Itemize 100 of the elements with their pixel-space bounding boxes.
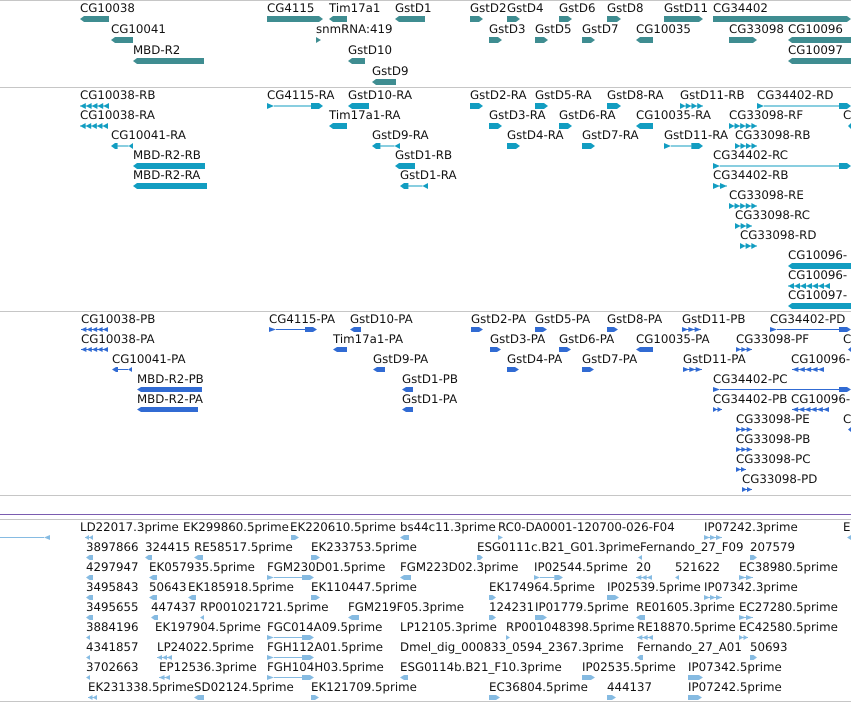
- protein-label: CG33098-PB: [736, 432, 810, 446]
- est-label: RE01605.3prime: [636, 600, 735, 614]
- transcript-label: GstD1-RA: [400, 168, 457, 182]
- protein-label: GstD11-PA: [683, 352, 746, 366]
- protein-label: GstD2-PA: [471, 312, 526, 326]
- gene-label: CG34402: [713, 1, 768, 15]
- transcript-label: CG33098-RF: [729, 108, 804, 122]
- est-label: EK174964.5prime: [489, 580, 595, 594]
- est-label: ESG0114b.B21_F10.3prime: [400, 660, 562, 674]
- est-label: IP02535.5prime: [582, 660, 676, 674]
- est-label: EC38980.5prime: [739, 560, 838, 574]
- protein-label: GstD3-PA: [490, 332, 546, 346]
- est-label: 4341857: [86, 640, 139, 654]
- est-label: RP001048398.5prime: [506, 620, 634, 634]
- gene-label: MBD-R2: [133, 43, 180, 57]
- est-label: RC0-DA0001-120700-026-F04: [498, 520, 675, 534]
- est-label: Dmel_dig_000833_0594_2367.3prime: [400, 640, 624, 654]
- protein-label: GstD11-PB: [682, 312, 746, 326]
- est-label: IP07342.5prime: [688, 660, 782, 674]
- est-label: LP12105.3prime: [400, 620, 497, 634]
- transcript-label: CG34402-RB: [713, 168, 788, 182]
- gene-label: snmRNA:419: [316, 22, 392, 36]
- protein-label: GstD6-PA: [559, 332, 614, 346]
- transcript-label: CG10097-: [788, 288, 848, 302]
- est-label: Fernando_27_F09: [640, 540, 744, 554]
- protein-label: CG10035-PA: [636, 332, 710, 346]
- est-label: EK197904.5prime: [155, 620, 261, 634]
- protein-label: GstD10-PA: [350, 312, 413, 326]
- est-label: RE58517.5prime: [194, 540, 293, 554]
- transcript-label: CG10038-RB: [80, 88, 156, 102]
- gene-label: CG10096: [788, 22, 843, 36]
- est-label: FGM219F05.3prime: [348, 600, 464, 614]
- transcript-label: CG10035-RA: [636, 108, 711, 122]
- transcript-label: CG10041-RA: [111, 128, 186, 142]
- transcript-label: MBD-R2-RA: [133, 168, 200, 182]
- est-label: IP02544.5prime: [534, 560, 628, 574]
- protein-label: GstD9-PA: [373, 352, 428, 366]
- est-label: E: [843, 520, 850, 534]
- est-label: RP001021721.5prime: [200, 600, 328, 614]
- transcript-label: CG10096-: [788, 268, 848, 282]
- est-label: 521622: [675, 560, 720, 574]
- est-label: EK231338.5prime: [88, 680, 194, 694]
- protein-label: C: [843, 332, 851, 346]
- protein-label: GstD4-PA: [507, 352, 562, 366]
- transcript-label: CG34402-RD: [757, 88, 834, 102]
- gene-label: GstD7: [582, 22, 619, 36]
- protein-label: GstD7-PA: [582, 352, 638, 366]
- transcript-label: CG10038-RA: [80, 108, 155, 122]
- est-label: EK299860.5prime: [183, 520, 289, 534]
- transcript-label: C: [843, 108, 851, 122]
- est-label: EK057935.5prime: [149, 560, 255, 574]
- gene-label: CG10097: [788, 43, 843, 57]
- gene-label: CG10038: [80, 1, 135, 15]
- est-label: FGM223D02.3prime: [400, 560, 518, 574]
- protein-label: CG33098-PE: [736, 412, 810, 426]
- protein-label: CG33098-PF: [736, 332, 810, 346]
- transcript-label: GstD10-RA: [348, 88, 412, 102]
- gene-label: GstD9: [372, 64, 409, 78]
- gene-label: CG33098: [729, 22, 784, 36]
- est-label: 3884196: [86, 620, 139, 634]
- transcript-label: CG4115-RA: [267, 88, 334, 102]
- transcript-label: GstD11-RB: [680, 88, 745, 102]
- est-label: 3495655: [86, 600, 139, 614]
- transcript-label: CG33098-RD: [740, 228, 816, 242]
- est-label: 124231: [489, 600, 534, 614]
- est-label: EK233753.5prime: [311, 540, 417, 554]
- est-label: Fernando_27_A01: [637, 640, 742, 654]
- protein-label: CG33098-PD: [742, 472, 818, 486]
- est-label: IP07342.3prime: [704, 580, 798, 594]
- transcript-label: CG10096-: [788, 248, 848, 262]
- gene-label: GstD3: [489, 22, 526, 36]
- protein-label: Tim17a1-PA: [333, 332, 404, 346]
- est-label: FGM230D01.5prime: [267, 560, 386, 574]
- est-label: LD22017.3prime: [80, 520, 179, 534]
- est-label: EC42580.5prime: [739, 620, 838, 634]
- est-label: 50693: [750, 640, 788, 654]
- gene-label: CG10035: [636, 22, 691, 36]
- protein-label: GstD5-PA: [535, 312, 590, 326]
- transcript-label: GstD4-RA: [507, 128, 564, 142]
- transcript-label: GstD3-RA: [489, 108, 546, 122]
- est-label: EK110447.5prime: [311, 580, 417, 594]
- est-label: 324415: [145, 540, 190, 554]
- est-label: RE18870.5prime: [637, 620, 736, 634]
- protein-label: CG34402-PD: [770, 312, 846, 326]
- protein-label: GstD8-PA: [607, 312, 662, 326]
- transcript-label: MBD-R2-RB: [133, 148, 201, 162]
- transcript-label: GstD7-RA: [582, 128, 639, 142]
- est-label: bs44c11.3prime: [400, 520, 496, 534]
- transcript-label: CG33098-RE: [729, 188, 804, 202]
- est-label: IP07242.5prime: [688, 680, 782, 694]
- transcript-label: GstD11-RA: [664, 128, 728, 142]
- est-label: EC27280.5prime: [739, 600, 838, 614]
- est-label: FGH112A01.5prime: [267, 640, 384, 654]
- transcript-label: GstD9-RA: [372, 128, 429, 142]
- est-label: FGH104H03.5prime: [267, 660, 384, 674]
- transcript-label: CG33098-RB: [735, 128, 810, 142]
- gene-label: GstD4: [507, 1, 544, 15]
- gene-label: CG4115: [267, 1, 314, 15]
- transcript-label: GstD1-RB: [395, 148, 452, 162]
- protein-label: MBD-R2-PB: [137, 372, 204, 386]
